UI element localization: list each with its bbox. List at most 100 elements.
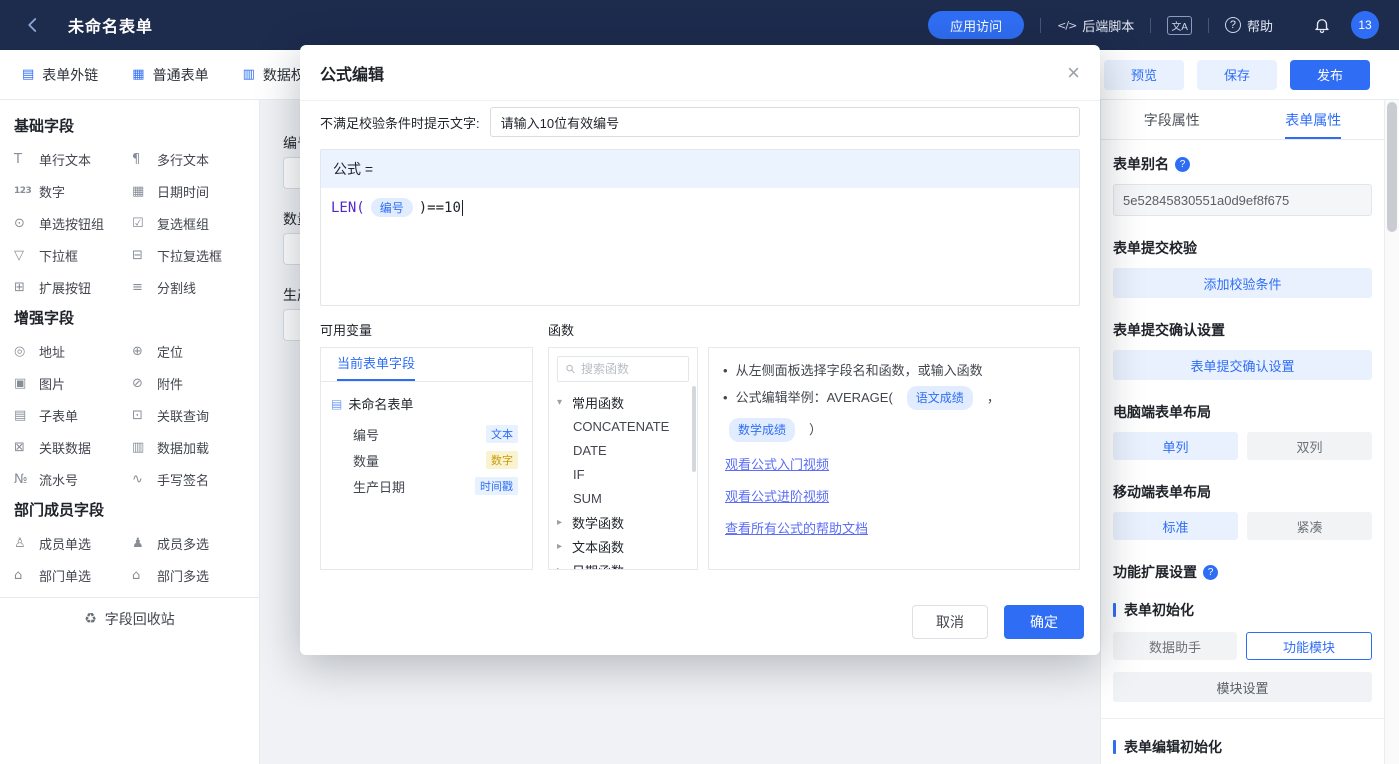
data-assistant-button[interactable]: 数据助手	[1113, 632, 1237, 660]
variable-item-quantity[interactable]: 数量 数字	[329, 447, 524, 473]
function-item-date[interactable]: DATE	[549, 438, 697, 462]
function-module-button[interactable]: 功能模块	[1246, 632, 1372, 660]
pc-layout-single-button[interactable]: 单列	[1113, 432, 1238, 460]
scrollbar-thumb[interactable]	[1387, 102, 1397, 232]
field-lookup[interactable]: ⊡关联查询	[132, 399, 247, 431]
function-group-common[interactable]: ▾ 常用函数	[549, 390, 697, 414]
variable-item-production-date[interactable]: 生产日期 时间戳	[329, 473, 524, 499]
back-icon[interactable]	[24, 16, 42, 34]
formula-edit-dialog: 公式编辑 × 不满足校验条件时提示文字: 公式 = LEN( 编号 )==10 …	[300, 45, 1100, 655]
functions-scrollbar-thumb[interactable]	[692, 386, 696, 472]
link-advanced-video[interactable]: 观看公式进阶视频	[725, 486, 1065, 505]
notification-bell-icon[interactable]	[1313, 16, 1331, 34]
help-badge-icon[interactable]: ?	[1203, 565, 1218, 580]
translate-icon[interactable]: 文A	[1167, 16, 1192, 35]
field-recycle-bin[interactable]: ♻ 字段回收站	[0, 597, 259, 639]
variable-item-number[interactable]: 编号 文本	[329, 421, 524, 447]
variables-root-node[interactable]: ▤ 未命名表单	[329, 392, 524, 421]
submit-confirm-button[interactable]: 表单提交确认设置	[1113, 350, 1372, 380]
field-label: 数据加载	[157, 438, 209, 457]
formula-variable-chip[interactable]: 编号	[371, 198, 413, 217]
tab-current-form-fields[interactable]: 当前表单字段	[337, 348, 415, 381]
field-location[interactable]: ⊕定位	[132, 335, 247, 367]
tab-field-properties[interactable]: 字段属性	[1101, 100, 1243, 139]
variables-panel-title: 可用变量	[320, 320, 548, 339]
function-group-math[interactable]: ▸ 数学函数	[549, 510, 697, 534]
app-access-button[interactable]: 应用访问	[928, 11, 1024, 39]
field-linked-data[interactable]: ⊠关联数据	[14, 431, 132, 463]
tab-data-permission[interactable]: ▥ 数据权	[243, 65, 305, 85]
tab-form-properties[interactable]: 表单属性	[1243, 100, 1385, 139]
preview-button[interactable]: 预览	[1104, 60, 1184, 90]
field-label: 单行文本	[39, 150, 91, 169]
link-intro-video[interactable]: 观看公式入门视频	[725, 454, 1065, 473]
field-address[interactable]: ◎地址	[14, 335, 132, 367]
field-label: 多行文本	[157, 150, 209, 169]
confirm-button[interactable]: 确定	[1004, 605, 1084, 639]
field-signature[interactable]: ∿手写签名	[132, 463, 247, 495]
formula-code-area[interactable]: LEN( 编号 )==10	[321, 188, 1079, 227]
field-attachment[interactable]: ⊘附件	[132, 367, 247, 399]
user-avatar[interactable]: 13	[1351, 11, 1379, 39]
field-datetime[interactable]: ▦日期时间	[132, 175, 247, 207]
backend-script-button[interactable]: </> 后端脚本	[1057, 16, 1134, 35]
form-alias-title: 表单别名	[1113, 154, 1169, 174]
link-help-docs[interactable]: 查看所有公式的帮助文档	[725, 518, 1065, 537]
field-divider-line[interactable]: ≡ 分割线	[132, 271, 247, 303]
validation-hint-input[interactable]	[490, 107, 1080, 137]
publish-button[interactable]: 发布	[1290, 60, 1370, 90]
help-badge-icon[interactable]: ?	[1175, 157, 1190, 172]
field-member-multi[interactable]: ♟成员多选	[132, 527, 247, 559]
field-label: 成员多选	[157, 534, 209, 553]
tab-external-link[interactable]: ▤ 表单外链	[22, 65, 98, 85]
close-icon[interactable]: ×	[1067, 62, 1080, 84]
function-group-text[interactable]: ▸ 文本函数	[549, 534, 697, 558]
divider-line-icon: ≡	[132, 280, 150, 295]
function-item-if[interactable]: IF	[549, 462, 697, 486]
function-item-concatenate[interactable]: CONCATENATE	[549, 414, 697, 438]
field-label: 分割线	[157, 278, 196, 297]
tab-normal-form[interactable]: ▦ 普通表单	[132, 65, 208, 85]
field-radio-group[interactable]: ⊙单选按钮组	[14, 207, 132, 239]
field-dept-single[interactable]: ⌂部门单选	[14, 559, 132, 591]
module-settings-button[interactable]: 模块设置	[1113, 672, 1372, 702]
cancel-button[interactable]: 取消	[912, 605, 988, 639]
function-search-box[interactable]	[557, 356, 689, 382]
field-select[interactable]: ▽下拉框	[14, 239, 132, 271]
window-scrollbar[interactable]	[1384, 100, 1399, 764]
multi-text-icon: ¶	[132, 152, 150, 167]
save-button[interactable]: 保存	[1197, 60, 1277, 90]
field-label: 成员单选	[39, 534, 91, 553]
field-member-single[interactable]: ♙ 成员单选	[14, 527, 132, 559]
serial-number-icon: №	[14, 472, 32, 487]
field-subform[interactable]: ▤子表单	[14, 399, 132, 431]
field-single-text[interactable]: T单行文本	[14, 143, 132, 175]
field-dept-multi[interactable]: ⌂部门多选	[132, 559, 247, 591]
form-alias-input[interactable]	[1113, 184, 1372, 216]
field-number[interactable]: 123数字	[14, 175, 132, 207]
search-icon	[565, 363, 576, 375]
field-extend-button[interactable]: ⊞扩展按钮	[14, 271, 132, 303]
variables-tree: ▤ 未命名表单 编号 文本 数量 数字 生产日期 时间戳	[321, 382, 532, 499]
function-item-sum[interactable]: SUM	[549, 486, 697, 510]
function-search-input[interactable]	[581, 362, 681, 376]
tab-label: 数据权	[263, 65, 305, 85]
field-serial-number[interactable]: №流水号	[14, 463, 132, 495]
calendar-icon: ▦	[132, 184, 150, 199]
field-checkbox-group[interactable]: ☑复选框组	[132, 207, 247, 239]
mobile-layout-compact-button[interactable]: 紧凑	[1247, 512, 1372, 540]
field-data-load[interactable]: ▥数据加载	[132, 431, 247, 463]
pc-layout-double-button[interactable]: 双列	[1247, 432, 1372, 460]
function-group-date[interactable]: ▸ 日期函数	[549, 558, 697, 570]
signature-icon: ∿	[132, 472, 150, 487]
field-image[interactable]: ▣图片	[14, 367, 132, 399]
field-label: 数字	[39, 182, 65, 201]
help-tip-2-suffix: ）	[809, 419, 822, 441]
example-variable-chip: 语文成绩	[907, 386, 973, 410]
field-multi-select[interactable]: ⊟下拉复选框	[132, 239, 247, 271]
mobile-layout-standard-button[interactable]: 标准	[1113, 512, 1238, 540]
add-validation-button[interactable]: 添加校验条件	[1113, 268, 1372, 298]
field-multi-text[interactable]: ¶ 多行文本	[132, 143, 247, 175]
help-button[interactable]: ? 帮助	[1225, 16, 1273, 35]
member-single-icon: ♙	[14, 536, 32, 551]
